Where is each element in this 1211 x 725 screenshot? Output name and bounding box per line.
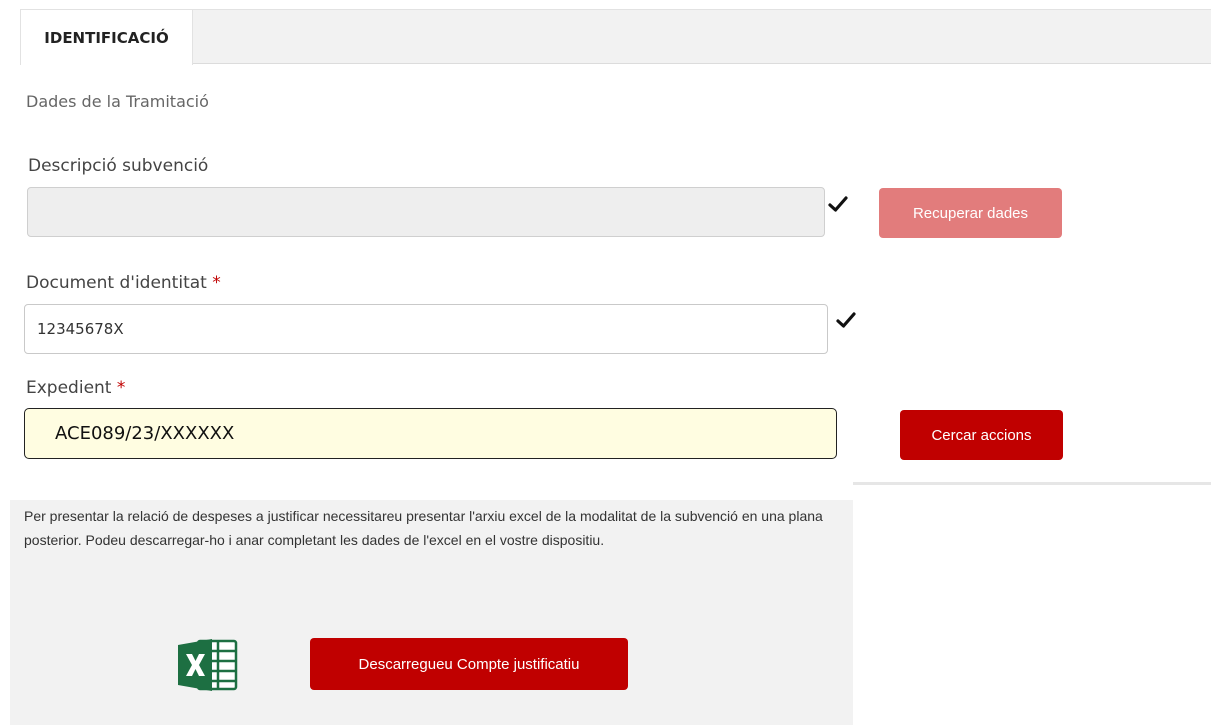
divider bbox=[853, 482, 1211, 485]
descripcio-subvencio-label: Descripció subvenció bbox=[28, 156, 209, 176]
recuperar-dades-button[interactable]: Recuperar dades bbox=[879, 188, 1062, 238]
descarregueu-compte-justificatiu-button[interactable]: Descarregueu Compte justificatiu bbox=[310, 638, 628, 690]
descripcio-subvencio-field[interactable] bbox=[27, 187, 825, 237]
expedient-label: Expedient * bbox=[26, 378, 125, 398]
excel-icon bbox=[178, 639, 238, 691]
info-text: Per presentar la relació de despeses a j… bbox=[24, 508, 823, 548]
checkmark-icon bbox=[828, 196, 848, 212]
document-identitat-label-text: Document d'identitat bbox=[26, 273, 207, 293]
required-mark: * bbox=[212, 273, 221, 293]
expedient-label-text: Expedient bbox=[26, 378, 112, 398]
tab-bar: IDENTIFICACIÓ bbox=[20, 9, 1211, 65]
cercar-accions-button[interactable]: Cercar accions bbox=[900, 410, 1063, 460]
info-panel: Per presentar la relació de despeses a j… bbox=[10, 500, 853, 725]
tab-identificacio[interactable]: IDENTIFICACIÓ bbox=[20, 9, 193, 65]
checkmark-icon bbox=[836, 312, 856, 328]
required-mark: * bbox=[116, 378, 126, 398]
document-identitat-field[interactable]: 12345678X bbox=[24, 304, 828, 354]
expedient-field[interactable]: ACE089/23/XXXXXX bbox=[24, 408, 837, 459]
section-title: Dades de la Tramitació bbox=[26, 92, 209, 111]
document-identitat-label: Document d'identitat * bbox=[26, 273, 221, 293]
page: IDENTIFICACIÓ Dades de la Tramitació Des… bbox=[0, 0, 1211, 725]
